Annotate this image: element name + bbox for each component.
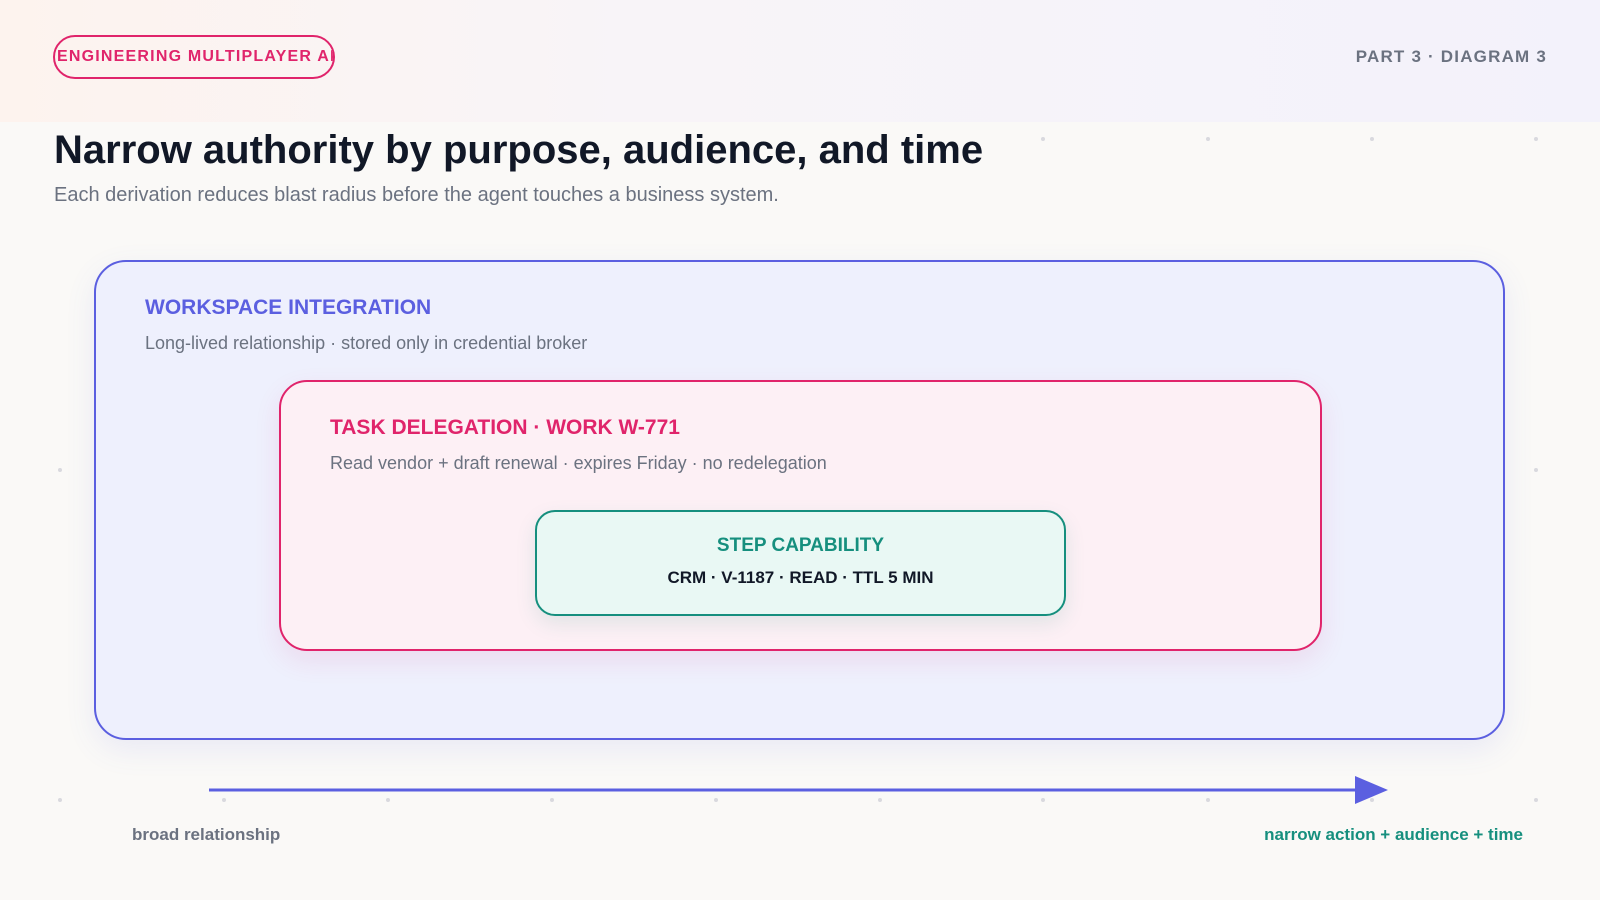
series-badge: ENGINEERING MULTIPLAYER AI [53,35,335,79]
workspace-integration-description: Long-lived relationship · stored only in… [145,333,588,353]
series-badge-label: ENGINEERING MULTIPLAYER AI [57,48,335,65]
page-subtitle: Each derivation reduces blast radius bef… [54,184,779,206]
step-capability-box: STEP CAPABILITY CRM · V-1187 · READ · TT… [535,510,1066,616]
page-title: Narrow authority by purpose, audience, a… [54,128,984,172]
arrow-head-icon [1355,776,1388,804]
task-delegation-description: Read vendor + draft renewal · expires Fr… [330,453,827,473]
workspace-integration-title: WORKSPACE INTEGRATION [145,296,432,319]
narrowing-arrow [209,776,1388,804]
step-capability-title: STEP CAPABILITY [716,535,885,556]
task-delegation-title: TASK DELEGATION · WORK W-771 [330,416,680,439]
part-label: PART 3 · DIAGRAM 3 [1355,47,1547,66]
step-capability-description: CRM · V-1187 · READ · TTL 5 MIN [667,568,934,587]
axis-label-narrow: narrow action + audience + time [1264,825,1523,844]
axis-label-broad: broad relationship [132,825,281,844]
